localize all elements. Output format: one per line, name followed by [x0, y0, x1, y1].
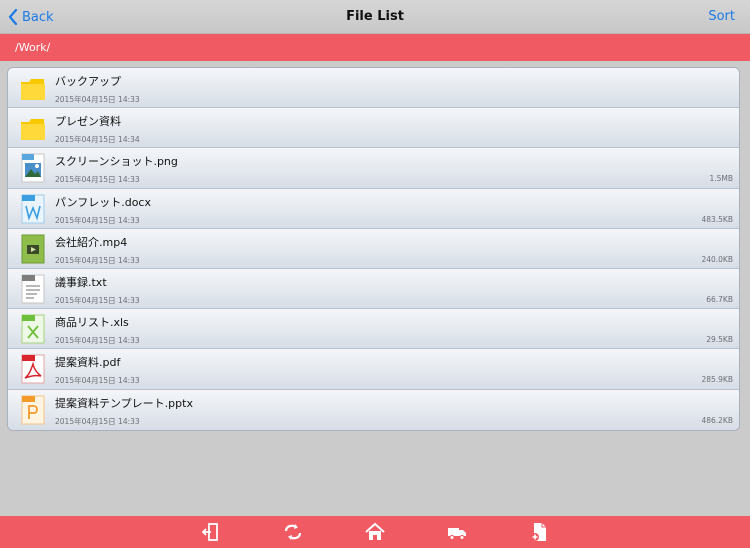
file-name: スクリーンショット.png: [55, 155, 178, 169]
pdf-file-icon: [20, 354, 46, 384]
file-name: 議事録.txt: [55, 275, 107, 289]
file-row[interactable]: 商品リスト.xls 2015年04月15日 14:33 29.5KB: [8, 309, 739, 350]
file-size: 486.2KB: [701, 415, 733, 425]
transfer-button[interactable]: [447, 522, 467, 542]
file-date: 2015年04月15日 14:33: [55, 255, 140, 265]
bottom-toolbar: [0, 516, 750, 548]
exit-button[interactable]: [201, 522, 221, 542]
file-row[interactable]: バックアップ 2015年04月15日 14:33: [8, 68, 739, 109]
txt-file-icon: [20, 274, 46, 304]
file-date: 2015年04月15日 14:33: [55, 215, 140, 225]
current-path-bar: /Work/: [0, 34, 750, 61]
file-name: プレゼン資料: [55, 115, 121, 129]
file-row[interactable]: 議事録.txt 2015年04月15日 14:33 66.7KB: [8, 268, 739, 310]
file-list: バックアップ 2015年04月15日 14:33 プレゼン資料 2015年04月…: [7, 67, 740, 431]
file-name: 会社紹介.mp4: [55, 235, 128, 249]
doc-file-icon: [20, 194, 46, 224]
file-row[interactable]: パンフレット.docx 2015年04月15日 14:33 483.5KB: [8, 188, 739, 229]
back-button[interactable]: Back: [8, 0, 54, 34]
chevron-left-icon: [8, 9, 18, 25]
exit-icon: [201, 523, 218, 541]
file-size: 1.5MB: [709, 174, 733, 184]
file-row[interactable]: 提案資料テンプレート.pptx 2015年04月15日 14:33 486.2K…: [8, 389, 739, 430]
sort-button[interactable]: Sort: [708, 0, 735, 34]
folder-icon: [20, 113, 46, 143]
file-size: 29.5KB: [706, 335, 733, 345]
back-button-label: Back: [22, 9, 54, 25]
video-file-icon: [20, 234, 46, 264]
new-file-button[interactable]: [529, 522, 549, 542]
file-row[interactable]: スクリーンショット.png 2015年04月15日 14:33 1.5MB: [8, 148, 739, 189]
navigation-bar: Back File List Sort: [0, 0, 750, 34]
page-title: File List: [346, 9, 404, 24]
file-date: 2015年04月15日 14:33: [55, 416, 140, 426]
file-size: 483.5KB: [701, 214, 733, 224]
file-date: 2015年04月15日 14:33: [55, 295, 140, 305]
truck-icon: [448, 528, 466, 540]
folder-icon: [20, 73, 46, 103]
file-date: 2015年04月15日 14:33: [55, 336, 140, 346]
file-date: 2015年04月15日 14:33: [55, 95, 140, 104]
file-name: パンフレット.docx: [55, 195, 151, 209]
file-name: 提案資料.pdf: [55, 356, 121, 370]
ppt-file-icon: [20, 395, 46, 425]
file-name: バックアップ: [55, 75, 121, 88]
new-file-icon: [531, 523, 546, 541]
file-size: 240.0KB: [701, 254, 733, 264]
png-file-icon: [20, 153, 46, 183]
file-date: 2015年04月15日 14:33: [55, 175, 140, 185]
file-name: 提案資料テンプレート.pptx: [55, 396, 193, 410]
file-size: 66.7KB: [706, 294, 733, 304]
home-icon: [365, 522, 385, 540]
file-name: 商品リスト.xls: [55, 316, 129, 330]
file-date: 2015年04月15日 14:33: [55, 376, 140, 386]
file-row[interactable]: 提案資料.pdf 2015年04月15日 14:33 285.9KB: [8, 349, 739, 390]
sync-icon: [284, 524, 302, 540]
xls-file-icon: [20, 314, 46, 344]
file-size: 285.9KB: [701, 375, 733, 385]
file-row[interactable]: プレゼン資料 2015年04月15日 14:34: [8, 108, 739, 149]
file-row[interactable]: 会社紹介.mp4 2015年04月15日 14:33 240.0KB: [8, 228, 739, 269]
sync-button[interactable]: [283, 522, 303, 542]
file-date: 2015年04月15日 14:34: [55, 135, 140, 145]
home-button[interactable]: [365, 522, 385, 542]
